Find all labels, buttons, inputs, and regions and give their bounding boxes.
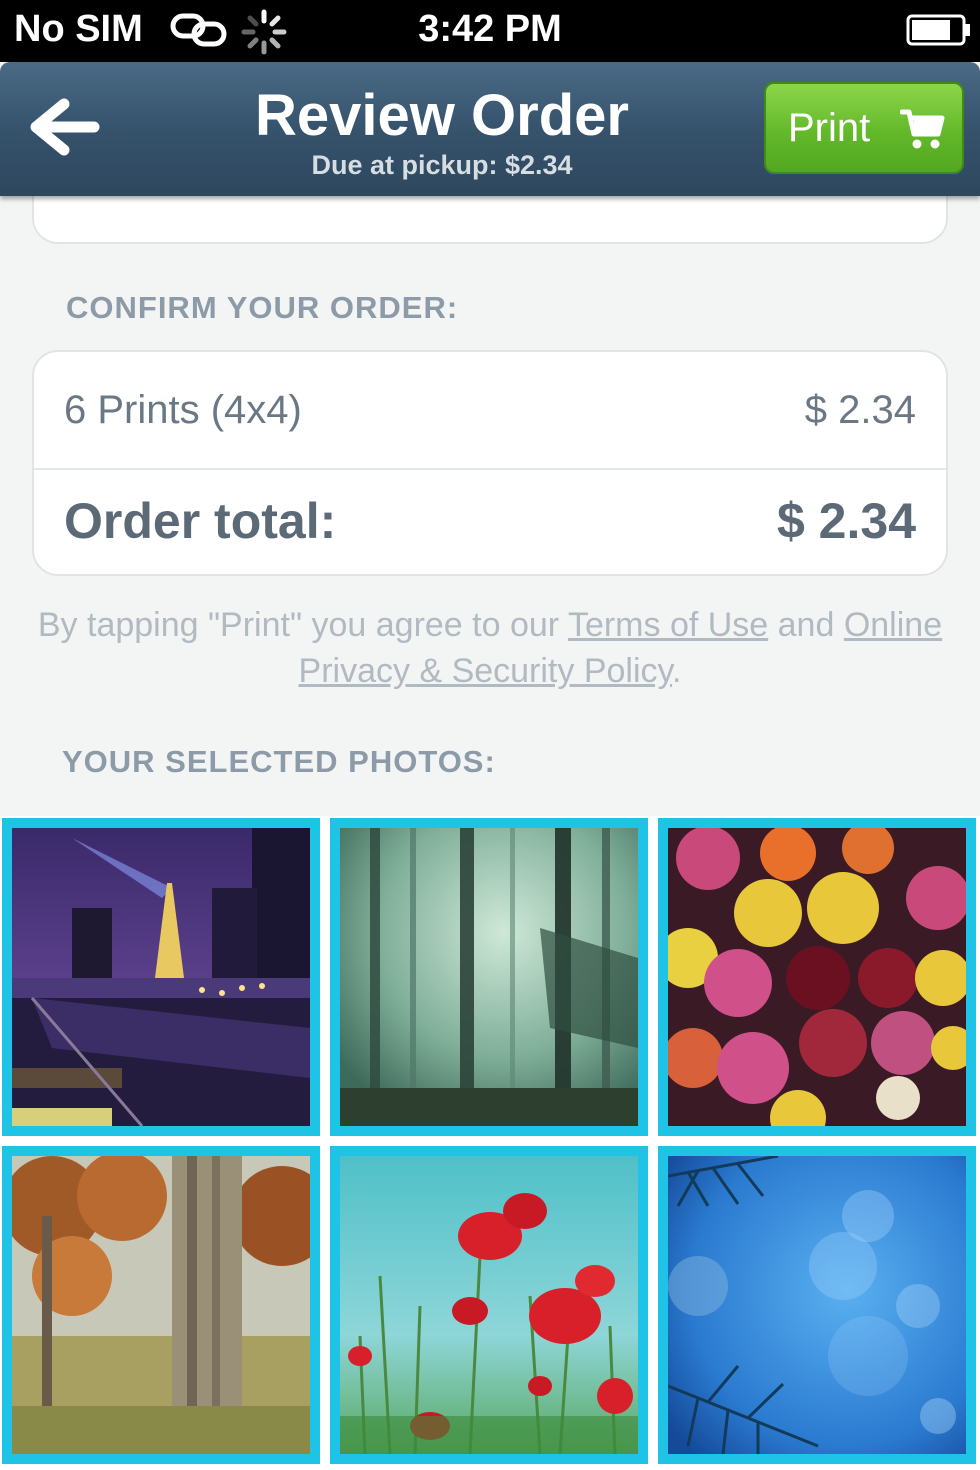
- due-at-pickup: Due at pickup: $2.34: [311, 150, 573, 180]
- photo-image: [668, 1156, 966, 1454]
- page-title: Review Order: [255, 83, 629, 148]
- photo-image: [12, 828, 310, 1126]
- photo-thumbnail[interactable]: [2, 818, 320, 1136]
- selected-photos-heading: YOUR SELECTED PHOTOS:: [62, 744, 496, 779]
- terms-of-use-link[interactable]: Terms of Use: [568, 606, 768, 644]
- line-item-label: 6 Prints (4x4): [64, 388, 302, 432]
- print-button-label: Print: [788, 106, 871, 150]
- cart-icon: [900, 109, 945, 149]
- photo-thumbnail[interactable]: [330, 1146, 648, 1464]
- photo-image: [12, 1156, 310, 1454]
- battery-icon: [906, 14, 970, 46]
- order-total-label: Order total:: [64, 493, 337, 549]
- line-item-row: 6 Prints (4x4) $ 2.34: [34, 352, 946, 470]
- photo-thumbnail[interactable]: [658, 1146, 976, 1464]
- photo-image: [340, 1156, 638, 1454]
- order-total-price: $ 2.34: [776, 493, 916, 549]
- terms-notice: By tapping "Print" you agree to our Term…: [22, 602, 958, 694]
- photo-thumbnail[interactable]: [330, 818, 648, 1136]
- terms-prefix: By tapping "Print" you agree to our: [37, 606, 568, 644]
- terms-suffix: .: [672, 652, 682, 690]
- photo-thumbnail[interactable]: [658, 818, 976, 1136]
- order-total-row: Order total: $ 2.34: [34, 470, 946, 574]
- order-summary-card: 6 Prints (4x4) $ 2.34 Order total: $ 2.3…: [32, 350, 948, 576]
- confirm-order-heading: CONFIRM YOUR ORDER:: [66, 290, 459, 325]
- print-button[interactable]: Print: [764, 82, 964, 174]
- photo-image: [340, 828, 638, 1126]
- status-bar: No SIM 3:42 PM: [0, 0, 980, 62]
- terms-middle: and: [768, 606, 844, 644]
- nav-bar: Review Order Due at pickup: $2.34 Print: [0, 62, 980, 196]
- status-time: 3:42 PM: [418, 8, 562, 50]
- photo-thumbnail[interactable]: [2, 1146, 320, 1464]
- photo-grid: [0, 816, 980, 1470]
- line-item-price: $ 2.34: [804, 388, 916, 432]
- photo-image: [668, 828, 966, 1126]
